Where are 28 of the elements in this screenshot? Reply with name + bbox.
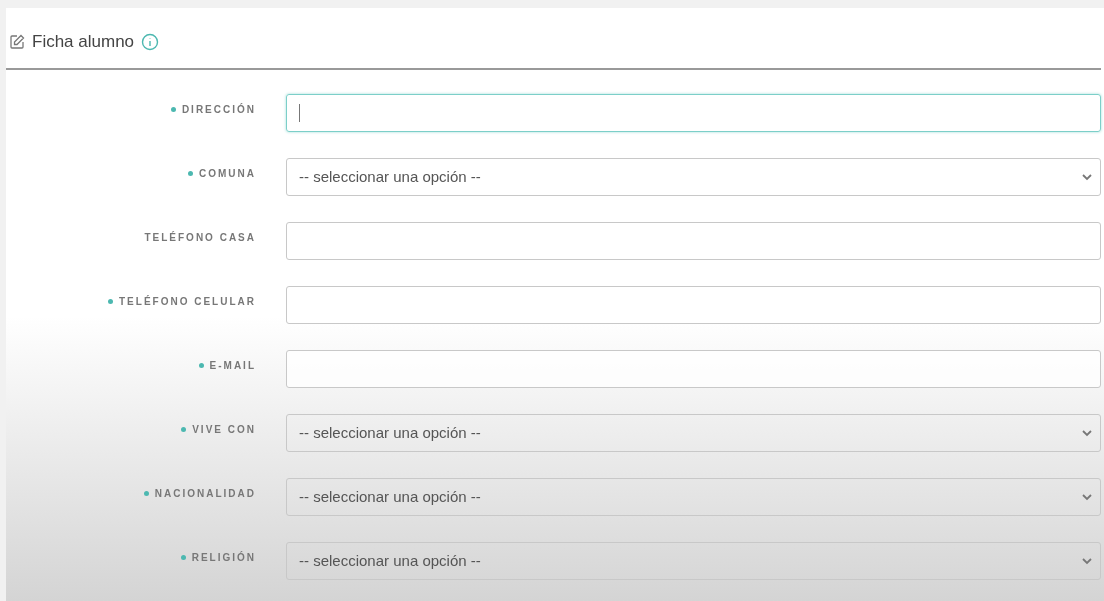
text-field[interactable]: [286, 350, 1101, 388]
text-field[interactable]: [286, 286, 1101, 324]
chevron-down-icon: [1082, 493, 1092, 501]
select-value: -- seleccionar una opción --: [299, 166, 481, 187]
select-field[interactable]: -- seleccionar una opción --: [286, 542, 1101, 580]
field-label: COMUNA: [199, 167, 256, 181]
field-label: VIVE CON: [192, 423, 256, 437]
select-value: -- seleccionar una opción --: [299, 486, 481, 507]
field-label: DIRECCIÓN: [181, 102, 256, 117]
text-field[interactable]: [286, 94, 1101, 132]
text-caret-icon: [299, 104, 300, 122]
chevron-down-icon: [1082, 429, 1092, 437]
select-field[interactable]: -- seleccionar una opción --: [286, 414, 1101, 452]
info-icon[interactable]: [141, 33, 160, 51]
chevron-down-icon: [1082, 557, 1092, 565]
chevron-down-icon: [1082, 173, 1092, 181]
field-label: RELIGIÓN: [191, 550, 256, 565]
field-label: TELÉFONO CELULAR: [119, 294, 256, 309]
select-value: -- seleccionar una opción --: [299, 422, 481, 443]
select-field[interactable]: -- seleccionar una opción --: [286, 478, 1101, 516]
field-label: E-MAIL: [209, 359, 256, 373]
field-label: NACIONALIDAD: [154, 487, 256, 501]
field-label: TELÉFONO CASA: [144, 230, 256, 245]
form-title: Ficha alumno: [32, 31, 135, 54]
text-field[interactable]: [286, 222, 1101, 260]
select-field[interactable]: -- seleccionar una opción --: [286, 158, 1101, 196]
edit-icon: [9, 34, 25, 50]
select-value: -- seleccionar una opción --: [299, 550, 481, 571]
